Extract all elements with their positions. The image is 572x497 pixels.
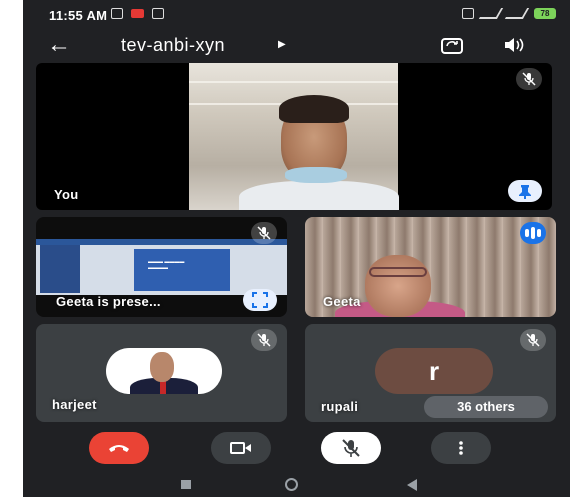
- speaker-icon[interactable]: [503, 36, 525, 54]
- mic-off-icon: [251, 329, 277, 351]
- recents-icon[interactable]: [181, 480, 191, 489]
- camera-toggle-button[interactable]: [211, 432, 271, 464]
- back-triangle-icon[interactable]: [407, 479, 417, 491]
- harjeet-name-label: harjeet: [52, 397, 97, 412]
- cast-icon: [152, 8, 164, 19]
- self-video-tile[interactable]: You: [36, 63, 552, 210]
- avatar: r: [375, 348, 493, 394]
- others-count-badge[interactable]: 36 others: [424, 396, 548, 418]
- geeta-name-label: Geeta: [323, 294, 361, 309]
- more-options-button[interactable]: [431, 432, 491, 464]
- status-bar: 11:55 AM 78: [23, 0, 570, 28]
- participant-tile-harjeet[interactable]: harjeet: [36, 324, 287, 422]
- home-icon[interactable]: [285, 478, 298, 491]
- meeting-top-bar: ← tev-anbi-xyn ▶: [23, 30, 570, 64]
- notification-icon: [111, 8, 123, 19]
- presenter-label: Geeta is prese...: [56, 294, 161, 309]
- camera-switch-icon[interactable]: [441, 36, 463, 54]
- signal-icon: [478, 8, 504, 19]
- speaking-indicator-icon: [520, 222, 546, 244]
- participant-tile-geeta[interactable]: Geeta: [305, 217, 556, 317]
- call-controls: [23, 428, 570, 468]
- meeting-info-arrow-icon[interactable]: ▶: [278, 39, 286, 50]
- videocam-icon: [230, 442, 251, 454]
- participant-tile-rupali[interactable]: r rupali 36 others: [305, 324, 556, 422]
- rupali-name-label: rupali: [321, 399, 359, 414]
- shared-screen: ▬▬▬ ▬▬▬▬ ▬▬▬▬: [36, 239, 287, 295]
- presentation-tile[interactable]: ▬▬▬ ▬▬▬▬ ▬▬▬▬ Geeta is prese...: [36, 217, 287, 317]
- pin-icon: [519, 185, 531, 199]
- notification-app-icon: [131, 9, 144, 18]
- signal-icon-2: [504, 8, 530, 19]
- meet-call-screen: 11:55 AM 78 ← tev-anbi-xyn ▶ You ▬▬▬ ▬▬▬…: [23, 0, 570, 497]
- mic-off-icon: [516, 68, 542, 90]
- fullscreen-button[interactable]: [243, 289, 277, 311]
- mic-off-icon: [251, 222, 277, 244]
- mic-toggle-button[interactable]: [321, 432, 381, 464]
- mic-off-icon: [342, 439, 360, 457]
- phone-hangup-icon: [109, 445, 129, 452]
- pin-button[interactable]: [508, 180, 542, 202]
- avatar: [106, 348, 222, 394]
- battery-icon: 78: [534, 8, 556, 19]
- system-nav-bar: [23, 474, 570, 497]
- mic-off-icon: [520, 329, 546, 351]
- sim-icon: [462, 8, 474, 19]
- status-time: 11:55 AM: [49, 8, 108, 23]
- back-arrow-icon[interactable]: ←: [47, 33, 71, 57]
- meeting-code[interactable]: tev-anbi-xyn: [121, 35, 225, 56]
- end-call-button[interactable]: [89, 432, 149, 464]
- fullscreen-icon: [252, 292, 268, 308]
- more-vert-icon: [459, 441, 463, 455]
- self-name-label: You: [54, 187, 79, 202]
- self-video-feed: [189, 63, 399, 210]
